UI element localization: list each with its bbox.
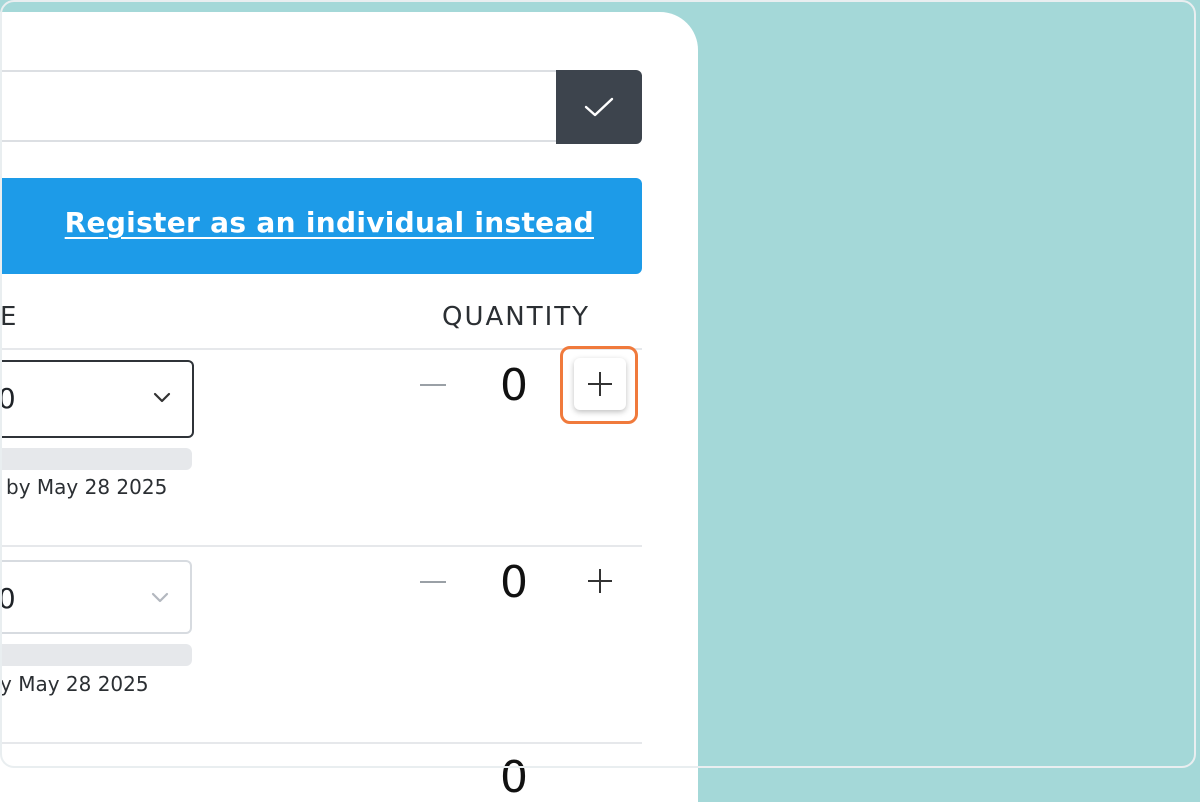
plus-icon	[588, 569, 612, 593]
availability-bar	[0, 448, 192, 470]
promo-code-input[interactable]	[0, 70, 556, 142]
column-header-price: E	[0, 302, 19, 332]
apply-promo-button[interactable]	[556, 70, 642, 144]
divider	[0, 348, 642, 350]
chevron-down-icon	[153, 392, 171, 403]
quantity-value: 0	[500, 360, 528, 411]
availability-note: by May 28 2025	[6, 475, 168, 499]
quantity-value: 0	[500, 557, 528, 608]
minus-icon[interactable]	[416, 565, 450, 599]
register-individual-link[interactable]: Register as an individual instead	[65, 206, 594, 239]
availability-note: y May 28 2025	[0, 672, 149, 696]
ticket-option-select[interactable]: 00	[0, 560, 192, 634]
select-value: 00	[0, 582, 16, 615]
availability-bar	[0, 644, 192, 666]
minus-icon[interactable]	[416, 368, 450, 402]
select-value: 00	[0, 382, 16, 415]
check-icon	[584, 97, 614, 117]
column-header-quantity: QUANTITY	[442, 302, 591, 332]
increase-quantity-button[interactable]	[574, 555, 626, 607]
ticket-option-select[interactable]: 00	[0, 360, 194, 438]
registration-banner: Register as an individual instead	[0, 178, 642, 274]
chevron-down-icon	[151, 592, 169, 603]
quantity-value: 0	[500, 752, 528, 802]
divider	[0, 742, 642, 744]
divider	[0, 545, 642, 547]
focus-highlight	[560, 346, 638, 424]
